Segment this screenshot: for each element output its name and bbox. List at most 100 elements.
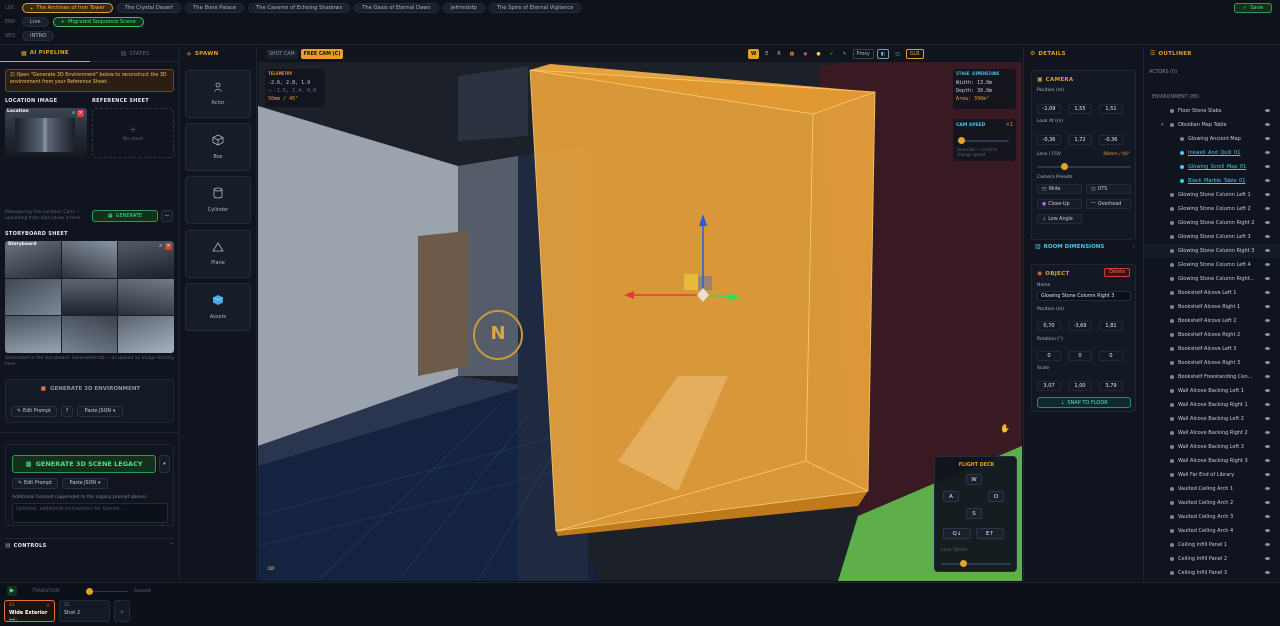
zoom-icon[interactable]: ⌕	[72, 110, 75, 116]
object-pos-y[interactable]: -3,69	[1068, 321, 1092, 331]
lookat-y[interactable]: 1,72	[1068, 135, 1092, 145]
preset-closeup-button[interactable]: ● Close-Up	[1037, 199, 1082, 209]
env-migrated-scene[interactable]: + Migrated Sequence Scene	[52, 17, 144, 27]
close-shot-icon[interactable]: ×	[46, 603, 50, 609]
outliner-item[interactable]: Bookshelf Alcove Right 1	[1144, 300, 1280, 314]
outliner-item[interactable]: Vaulted Ceiling Arch 2	[1144, 496, 1280, 510]
outliner-item[interactable]: Glowing Stone Column Right...	[1144, 272, 1280, 286]
location-tab-archives[interactable]: ✦ The Archives of Iron Tower	[22, 3, 113, 13]
visibility-eye-icon[interactable]	[1265, 389, 1270, 392]
outliner-item[interactable]: Bookshelf Alcove Right 3	[1144, 356, 1280, 370]
outliner-item[interactable]: Ceiling Infill Panel 2	[1144, 552, 1280, 566]
scale-y[interactable]: 1,00	[1068, 381, 1092, 391]
outliner-item[interactable]: Ceiling Infill Panel 1	[1144, 538, 1280, 552]
spawn-cylinder-button[interactable]: Cylinder	[185, 176, 251, 224]
delete-storyboard-icon[interactable]: ×	[165, 243, 172, 250]
lookat-x[interactable]: -0,36	[1037, 135, 1061, 145]
cam-speed-handle[interactable]	[958, 137, 965, 144]
location-tab-crystal-desert[interactable]: The Crystal Desert	[116, 3, 182, 13]
object-name-input[interactable]: Glowing Stone Column Right 3	[1037, 291, 1131, 301]
visibility-eye-icon[interactable]	[1265, 221, 1270, 224]
outliner-item[interactable]: Bookshelf Alcove Left 2	[1144, 314, 1280, 328]
visibility-eye-icon[interactable]	[1265, 137, 1270, 140]
preset-wide-button[interactable]: ◰ Wide	[1037, 184, 1082, 194]
save-button[interactable]: ✓ Save	[1233, 3, 1272, 13]
outliner-item[interactable]: Inkwell_And_Quill_01	[1144, 146, 1280, 160]
proxy-button[interactable]: Proxy	[852, 49, 874, 59]
visibility-eye-icon[interactable]	[1265, 333, 1270, 336]
visibility-eye-icon[interactable]	[1265, 459, 1270, 462]
key-s[interactable]: S	[966, 508, 982, 519]
zoom-storyboard-icon[interactable]: ⌕	[159, 243, 162, 249]
rotate-button[interactable]: E	[762, 49, 771, 59]
key-w[interactable]: W	[966, 474, 982, 485]
transition-handle[interactable]	[86, 588, 93, 595]
visibility-eye-icon[interactable]	[1265, 557, 1270, 560]
free-cam-button[interactable]: FREE CAM (C)	[300, 49, 344, 59]
preset-lowangle-button[interactable]: ⊥ Low Angle	[1037, 214, 1082, 224]
additional-instructions-input[interactable]: Optional: additional instructions for Ge…	[12, 503, 168, 523]
location-tab-spire[interactable]: The Spire of Eternal Vigilance	[488, 3, 582, 13]
object-pos-z[interactable]: 1,81	[1099, 321, 1123, 331]
gen3d-button[interactable]: ■ GENERATE 3D ENVIRONMENT	[6, 386, 175, 392]
rotation-x[interactable]: 0	[1037, 351, 1061, 361]
check-tool-icon[interactable]: ✓	[827, 49, 837, 59]
tab-states[interactable]: ▤ STATES	[90, 46, 180, 62]
visibility-eye-icon[interactable]	[1265, 543, 1270, 546]
grid-icon[interactable]: ▦	[787, 49, 798, 59]
visibility-eye-icon[interactable]	[1265, 529, 1270, 532]
visibility-eye-icon[interactable]	[1265, 445, 1270, 448]
visibility-eye-icon[interactable]	[1265, 249, 1270, 252]
visibility-eye-icon[interactable]	[1265, 277, 1270, 280]
add-shot-button[interactable]: +	[114, 600, 130, 622]
visibility-eye-icon[interactable]	[1265, 179, 1270, 182]
paste-json-button[interactable]: Paste JSON ▾	[77, 406, 123, 417]
translate-button[interactable]: W	[748, 49, 760, 59]
generate-button[interactable]: ▦ GENERATE	[92, 210, 158, 222]
visibility-eye-icon[interactable]	[1265, 347, 1270, 350]
visibility-eye-icon[interactable]	[1265, 375, 1270, 378]
snap-to-floor-button[interactable]: ⇣ SNAP TO FLOOR	[1037, 397, 1131, 408]
outliner-item[interactable]: Wall Alcove Backing Right 2	[1144, 426, 1280, 440]
visibility-eye-icon[interactable]	[1265, 417, 1270, 420]
lens-fov-slider[interactable]	[1037, 166, 1131, 168]
visibility-eye-icon[interactable]	[1265, 123, 1270, 126]
location-tab-caverns[interactable]: The Caverns of Echoing Shadows	[248, 3, 351, 13]
outliner-item[interactable]: ▾ Obsidian Map Table	[1144, 118, 1280, 132]
visibility-eye-icon[interactable]	[1265, 431, 1270, 434]
outliner-item[interactable]: Vaulted Ceiling Arch 1	[1144, 482, 1280, 496]
preset-ots-button[interactable]: ◫ OTS	[1086, 184, 1131, 194]
gen-legacy-button[interactable]: ▦ GENERATE 3D SCENE LEGACY	[12, 455, 156, 473]
spawn-actor-button[interactable]: Actor	[185, 70, 251, 118]
outliner-item[interactable]: Glowing Stone Column Left 1	[1144, 188, 1280, 202]
spawn-plane-button[interactable]: Plane	[185, 230, 251, 278]
visibility-eye-icon[interactable]	[1265, 193, 1270, 196]
edit-prompt-legacy-button[interactable]: ✎ Edit Prompt	[12, 478, 58, 489]
rotation-y[interactable]: 0	[1068, 351, 1092, 361]
visibility-eye-icon[interactable]	[1265, 515, 1270, 518]
key-d[interactable]: D	[988, 491, 1004, 502]
seq-intro[interactable]: INTRO	[22, 31, 55, 41]
location-tab-oasis[interactable]: The Oasis of Eternal Dawn	[354, 3, 439, 13]
glb-button[interactable]: GLB	[905, 49, 924, 59]
object-pos-x[interactable]: 0,70	[1037, 321, 1061, 331]
delete-location-icon[interactable]: ×	[77, 110, 84, 117]
outliner-item[interactable]: Glowing Stone Column Right 2	[1144, 216, 1280, 230]
lens-slider[interactable]	[941, 563, 1011, 565]
light-icon[interactable]: ◉	[800, 49, 810, 59]
outliner-item[interactable]: Glowing Stone Column Right 3	[1144, 244, 1280, 258]
outliner-item[interactable]: Bookshelf Freestanding Cen...	[1144, 370, 1280, 384]
scale-z[interactable]: 3,79	[1099, 381, 1123, 391]
hq-button[interactable]: ◧	[876, 49, 890, 59]
reference-sheet-dropzone[interactable]: + No sheet	[92, 108, 174, 158]
edit-prompt-button[interactable]: ✎ Edit Prompt	[11, 406, 57, 417]
key-a[interactable]: A	[943, 491, 959, 502]
scale-button[interactable]: R	[774, 49, 783, 59]
visibility-eye-icon[interactable]	[1265, 403, 1270, 406]
outliner-item[interactable]: Vaulted Ceiling Arch 4	[1144, 524, 1280, 538]
camera-pos-z[interactable]: 1,51	[1099, 104, 1123, 114]
outliner-item[interactable]: Vaulted Ceiling Arch 3	[1144, 510, 1280, 524]
spawn-box-button[interactable]: Box	[185, 123, 251, 171]
outliner-item[interactable]: Glowing_Scroll_Map_01	[1144, 160, 1280, 174]
outliner-item[interactable]: Black_Marble_Table_01	[1144, 174, 1280, 188]
